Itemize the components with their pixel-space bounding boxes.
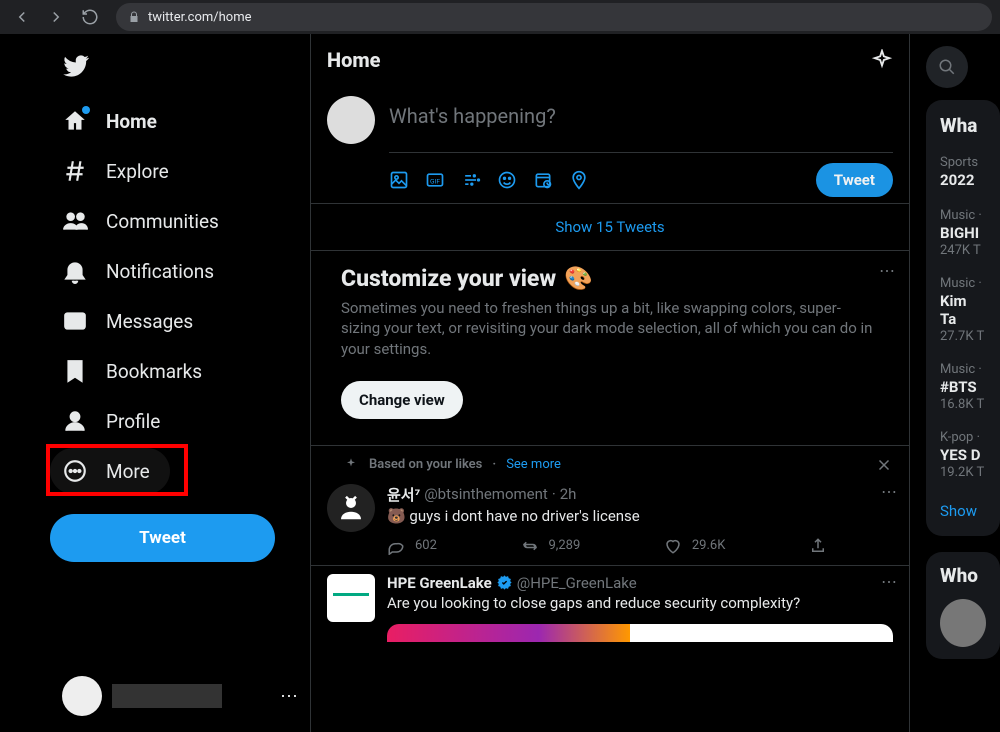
nav-label: Explore [106,160,169,183]
customize-view-card: ⋯ Customize your view 🎨 Sometimes you ne… [311,251,909,446]
trend-item[interactable]: Sports2022 [926,147,1000,200]
nav-label: More [106,460,150,483]
media-icon[interactable] [389,170,409,190]
tweet-text: 🐻 guys i dont have no driver's license [387,505,893,531]
show-more-link[interactable]: Show [926,490,1000,532]
nav-label: Home [106,110,157,133]
person-icon [62,408,88,434]
like-button[interactable]: 29.6K [664,537,726,555]
timeline-header: Home [311,34,909,86]
tweet-author-handle[interactable]: @HPE_GreenLake [517,574,637,592]
svg-text:GIF: GIF [430,177,440,185]
verified-icon [496,574,513,591]
nav-label: Bookmarks [106,360,202,383]
show-new-tweets[interactable]: Show 15 Tweets [311,204,909,251]
avatar [940,599,986,647]
location-icon[interactable] [569,170,589,190]
compose-tweet-button[interactable]: Tweet [816,163,893,197]
poll-icon[interactable] [461,170,481,190]
schedule-icon[interactable] [533,170,553,190]
nav-label: Messages [106,310,193,333]
trends-card: Wha Sports2022 Music ·BIGHI247K T Music … [926,100,1000,536]
sidebar-item-communities[interactable]: Communities [50,198,310,244]
browser-toolbar: twitter.com/home [0,0,1000,34]
who-to-follow-card: Who [926,552,1000,659]
url-text: twitter.com/home [148,10,252,25]
nav-label: Profile [106,410,160,433]
envelope-icon [62,308,88,334]
tweet-text: Are you looking to close gaps and reduce… [387,592,893,618]
context-label: Based on your likes [369,457,482,472]
tweet[interactable]: ⋯ HPE GreenLake @HPE_GreenLake Are you l… [311,566,909,652]
people-icon [62,208,88,234]
avatar[interactable] [327,574,375,622]
change-view-button[interactable]: Change view [341,381,463,419]
twitter-logo[interactable] [50,42,310,94]
nav-label: Notifications [106,260,214,283]
sidebar-item-profile[interactable]: Profile [50,398,310,444]
nav-label: Communities [106,210,219,233]
who-title: Who [940,564,986,587]
feed-context: Based on your likes · See more [311,446,909,476]
bookmark-icon [62,358,88,384]
compose-input[interactable]: What's happening? [389,96,893,146]
sparkle-icon[interactable] [871,49,893,71]
trend-item[interactable]: Music ·#BTS16.8K T [926,354,1000,422]
tweet-author-name[interactable]: 윤서⁷ [387,484,420,505]
page-title: Home [327,48,381,72]
card-more-icon[interactable]: ⋯ [879,261,895,280]
reload-button[interactable] [76,3,104,31]
reply-button[interactable]: 602 [387,537,437,555]
main-timeline: Home What's happening? GIF Tweet [310,34,910,732]
customize-body: Sometimes you need to freshen things up … [341,298,879,359]
more-circle-icon [62,458,88,484]
gif-icon[interactable]: GIF [425,170,445,190]
customize-title: Customize your view [341,265,556,292]
sparkle-small-icon [343,457,359,473]
avatar[interactable] [327,484,375,532]
tweet-more-icon[interactable]: ⋯ [881,572,897,591]
notification-dot [82,106,90,114]
trend-item[interactable]: K-pop ·YES D19.2K T [926,422,1000,490]
sidebar: Home Explore Communities Notifications M… [0,34,310,732]
see-more-link[interactable]: See more [506,457,561,472]
sidebar-item-notifications[interactable]: Notifications [50,248,310,294]
forward-button[interactable] [42,3,70,31]
emoji-icon[interactable] [497,170,517,190]
sidebar-item-messages[interactable]: Messages [50,298,310,344]
sidebar-item-bookmarks[interactable]: Bookmarks [50,348,310,394]
bell-icon [62,258,88,284]
hash-icon [62,158,88,184]
back-button[interactable] [8,3,36,31]
palette-emoji: 🎨 [564,265,593,292]
trend-item[interactable]: Music ·Kim Ta27.7K T [926,268,1000,354]
account-switcher[interactable]: ⋯ [50,668,310,724]
tweet-time[interactable]: 2h [560,485,577,503]
home-icon [62,108,88,134]
dismiss-icon[interactable] [875,456,893,474]
share-button[interactable] [809,537,827,555]
tweet-button[interactable]: Tweet [50,514,275,562]
avatar [62,676,102,716]
sidebar-item-more[interactable]: More [50,448,170,494]
sidebar-item-explore[interactable]: Explore [50,148,310,194]
lock-icon [128,11,140,23]
right-sidebar: Wha Sports2022 Music ·BIGHI247K T Music … [910,34,1000,732]
ellipsis-icon: ⋯ [280,686,298,707]
avatar[interactable] [327,96,375,144]
who-to-follow-item[interactable] [940,587,986,647]
retweet-button[interactable]: 9,289 [521,537,581,555]
username-redacted [112,684,222,708]
tweet-author-name[interactable]: HPE GreenLake [387,574,492,592]
tweet-author-handle[interactable]: @btsinthemoment [424,485,548,503]
trend-item[interactable]: Music ·BIGHI247K T [926,200,1000,268]
tweet-more-icon[interactable]: ⋯ [881,482,897,501]
search-button[interactable] [926,46,968,88]
trends-title: Wha [926,112,1000,147]
tweet[interactable]: ⋯ 윤서⁷ @btsinthemoment · 2h 🐻 guys i dont… [311,476,909,566]
url-bar[interactable]: twitter.com/home [116,3,992,31]
sidebar-item-home[interactable]: Home [50,98,310,144]
compose-tweet: What's happening? GIF Tweet [311,86,909,203]
